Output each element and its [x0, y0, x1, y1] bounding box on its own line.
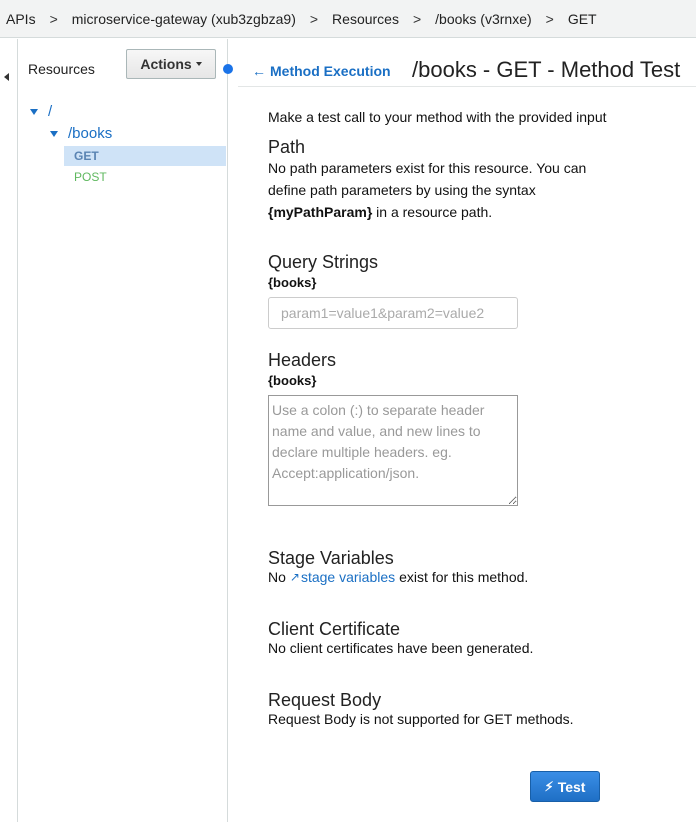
sidebar-collapse-strip[interactable]: [0, 39, 18, 822]
query-strings-input[interactable]: [268, 297, 518, 329]
breadcrumb-separator: >: [49, 10, 58, 27]
tree-item-books[interactable]: /books: [50, 125, 112, 142]
breadcrumb-resources[interactable]: Resources: [332, 11, 399, 27]
actions-label: Actions: [140, 56, 192, 72]
query-strings-tag: {books}: [268, 275, 317, 290]
tree-method-post[interactable]: POST: [64, 167, 226, 187]
intro-text: Make a test call to your method with the…: [268, 109, 607, 125]
query-strings-title: Query Strings: [268, 252, 379, 272]
breadcrumb-separator: >: [309, 10, 319, 27]
method-test-panel: ← Method Execution /books - GET - Method…: [238, 39, 696, 822]
headers-title: Headers: [268, 350, 337, 370]
tree-method-get[interactable]: GET: [64, 146, 226, 166]
test-button[interactable]: ⚡︎ Test: [530, 771, 600, 802]
breadcrumb-separator: >: [545, 10, 554, 27]
breadcrumb: APIs > microservice-gateway (xub3zgbza9)…: [0, 0, 696, 38]
tree-item-root[interactable]: /: [30, 103, 52, 120]
caret-down-icon: [195, 62, 202, 66]
page-header: ← Method Execution /books - GET - Method…: [238, 39, 696, 87]
path-text: No path parameters exist for this resour…: [268, 160, 587, 198]
stage-suffix: exist for this method.: [399, 569, 529, 585]
stage-prefix: No: [268, 569, 286, 585]
request-body-text: Request Body is not supported for GET me…: [268, 711, 574, 727]
resources-panel: Resources Actions / /books GET POST: [18, 39, 233, 822]
arrow-left-icon: ←: [252, 63, 266, 79]
caret-down-icon[interactable]: [50, 130, 58, 137]
test-label: Test: [557, 778, 586, 795]
breadcrumb-apis[interactable]: APIs: [6, 11, 36, 27]
actions-button[interactable]: Actions: [126, 49, 216, 79]
method-execution-label: Method Execution: [270, 63, 391, 79]
path-syntax: {myPathParam}: [268, 204, 373, 220]
headers-textarea[interactable]: [268, 395, 518, 506]
tree-label-root[interactable]: /: [48, 103, 52, 120]
caret-down-icon[interactable]: [30, 108, 38, 115]
external-link-icon: ↗: [289, 570, 300, 584]
page-title: /books - GET - Method Test: [412, 57, 681, 82]
resize-handle[interactable]: [223, 64, 233, 74]
stage-variables-title: Stage Variables: [268, 548, 394, 568]
breadcrumb-api-name[interactable]: microservice-gateway (xub3zgbza9): [72, 11, 296, 27]
headers-tag: {books}: [268, 373, 317, 388]
path-title: Path: [268, 137, 306, 157]
breadcrumb-resource[interactable]: /books (v3rnxe): [435, 11, 531, 27]
path-text-after: in a resource path.: [372, 204, 493, 220]
breadcrumb-method: GET: [567, 10, 597, 27]
resources-title: Resources: [28, 61, 95, 77]
tree-label-books[interactable]: /books: [68, 125, 112, 142]
client-certificate-text: No client certificates have been generat…: [268, 640, 534, 656]
stage-variables-link[interactable]: stage variables: [301, 569, 395, 585]
breadcrumb-separator: >: [412, 10, 422, 27]
path-description: No path parameters exist for this resour…: [268, 157, 628, 223]
method-execution-link[interactable]: ← Method Execution: [252, 63, 391, 79]
lightning-icon: ⚡︎: [544, 778, 554, 794]
caret-left-icon[interactable]: [4, 73, 9, 81]
stage-variables-text: No ↗ stage variables exist for this meth…: [268, 569, 528, 585]
